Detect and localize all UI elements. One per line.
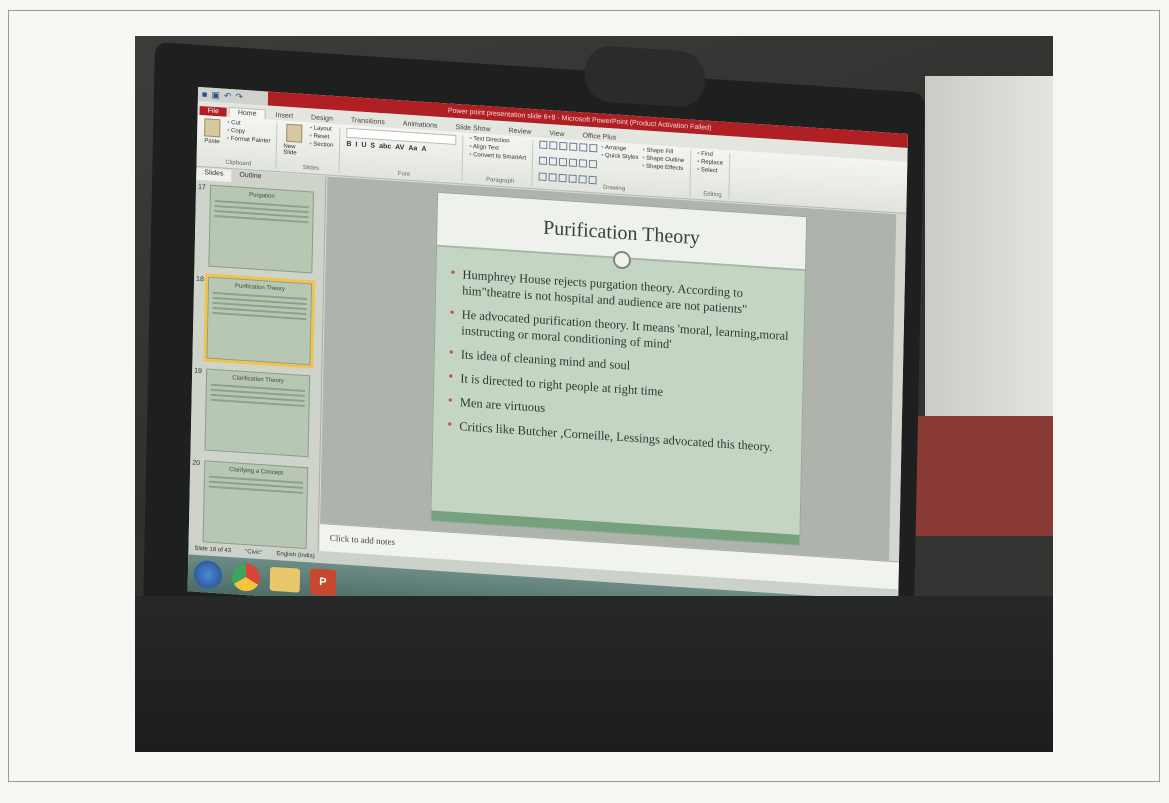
find-button[interactable]: Find (697, 151, 723, 159)
slide-bullet-list[interactable]: Humphrey House rejects purgation theory.… (433, 247, 805, 457)
convert-smartart-button[interactable]: Convert to SmartArt (469, 152, 526, 162)
section-button[interactable]: Section (309, 141, 333, 149)
slide-thumbnail[interactable]: Clarification Theory (204, 368, 311, 458)
font-color-button[interactable]: A (421, 146, 426, 153)
slide-thumbnail[interactable]: Purgation (208, 184, 315, 274)
chrome-icon[interactable] (231, 561, 261, 592)
bold-button[interactable]: B (346, 141, 351, 148)
language[interactable]: English (India) (276, 551, 314, 560)
italic-button[interactable]: I (355, 141, 357, 148)
photo: ■ ▣ ↶ ↷ Power point presentation slide 6… (135, 36, 1053, 752)
slide-editor: Purification Theory Humphrey House rejec… (320, 176, 907, 562)
powerpoint-icon[interactable]: P (309, 567, 337, 596)
paste-label: Paste (204, 138, 220, 146)
underline-button[interactable]: U (361, 142, 366, 149)
quick-styles-button[interactable]: Quick Styles (601, 153, 638, 161)
new-slide-button[interactable]: New Slide (283, 123, 306, 157)
font-group: B I U S abc AV Aa A Font (345, 127, 464, 182)
powerpoint-icon-letter: P (319, 575, 327, 588)
slide-thumbnail-row: 19 Clarification Theory (190, 364, 321, 464)
arrange-button[interactable]: Arrange (601, 145, 638, 153)
shape-effects-button[interactable]: Shape Effects (642, 163, 684, 172)
shadow-button[interactable]: S (370, 142, 375, 149)
clipboard-group: Paste Cut Copy Format Painter Clipboard (200, 118, 278, 170)
redo-icon[interactable]: ↷ (235, 91, 243, 102)
paste-button[interactable]: Paste (201, 118, 224, 151)
slides-group: New Slide Layout Reset Section Slides (282, 123, 341, 174)
paragraph-group: Text Direction Align Text Convert to Sma… (468, 135, 534, 187)
powerpoint-window: ■ ▣ ↶ ↷ Power point presentation slide 6… (187, 86, 908, 639)
editing-group-label: Editing (703, 191, 722, 199)
folder-icon[interactable] (269, 566, 301, 593)
save-icon[interactable]: ▣ (211, 89, 220, 101)
layout-button[interactable]: Layout (310, 125, 334, 133)
slides-pane: Slides Outline 17 Purgation 18 Purificat… (188, 167, 327, 576)
slide-thumbnail-row: 18 Purification Theory (192, 272, 323, 372)
red-shelf (915, 416, 1053, 536)
slide-canvas[interactable]: Purification Theory Humphrey House rejec… (430, 191, 808, 546)
desk-foreground (135, 596, 1053, 752)
slide-thumbnail-row: 20 Clarifying a Concept (188, 455, 319, 555)
vertical-scrollbar[interactable] (888, 214, 907, 562)
paste-icon (204, 118, 221, 138)
select-button[interactable]: Select (697, 167, 723, 175)
slide-thumbnail-selected[interactable]: Purification Theory (203, 273, 316, 369)
theme-name: "Civic" (245, 549, 263, 557)
strikethrough-button[interactable]: abc (379, 143, 391, 151)
editing-group: Find Replace Select Editing (696, 151, 731, 200)
reset-button[interactable]: Reset (310, 133, 334, 141)
format-painter-button[interactable]: Format Painter (227, 136, 271, 145)
replace-button[interactable]: Replace (697, 159, 723, 166)
slide-count: Slide 18 of 43 (194, 545, 232, 555)
char-spacing-button[interactable]: AV (395, 144, 404, 152)
windows-start-icon[interactable] (193, 559, 223, 590)
slide-thumbnail-row: 17 Purgation (194, 180, 325, 280)
webcam (584, 44, 706, 109)
new-slide-icon (286, 123, 303, 143)
slide-thumbnail[interactable]: Clarifying a Concept (202, 460, 309, 550)
notes-placeholder: Click to add notes (329, 532, 396, 548)
undo-icon[interactable]: ↶ (224, 90, 232, 101)
new-slide-label: New Slide (283, 143, 297, 157)
change-case-button[interactable]: Aa (408, 145, 417, 153)
monitor: ■ ▣ ↶ ↷ Power point presentation slide 6… (142, 42, 925, 693)
powerpoint-app-icon[interactable]: ■ (202, 89, 208, 99)
drawing-group: Arrange Quick Styles Shape Fill Shape Ou… (538, 140, 692, 197)
